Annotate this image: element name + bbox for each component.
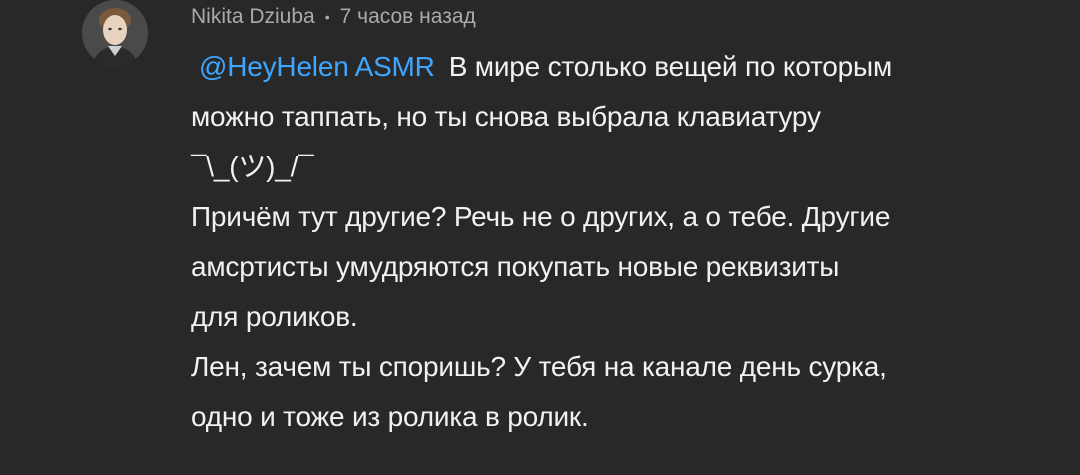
comment-line: Лен, зачем ты споришь? У тебя на канале … bbox=[191, 351, 887, 382]
comment-line-text: В мире столько вещей по которым bbox=[448, 51, 893, 82]
comment-line: @HeyHelen ASMR В мире столько вещей по ко… bbox=[191, 42, 1061, 92]
timestamp[interactable]: 7 часов назад bbox=[340, 5, 476, 29]
avatar[interactable] bbox=[82, 0, 148, 66]
comment-text: @HeyHelen ASMR В мире столько вещей по ко… bbox=[191, 42, 1061, 442]
comment-line: можно таппать, но ты снова выбрала клави… bbox=[191, 101, 821, 132]
author-name[interactable]: Nikita Dziuba bbox=[191, 5, 315, 29]
comment-line: амсртисты умудряются покупать новые рекв… bbox=[191, 251, 840, 282]
comment-line: ¯\_(ツ)_/¯ bbox=[191, 151, 314, 182]
comment-header: Nikita Dziuba • 7 часов назад bbox=[191, 2, 476, 32]
avatar-image bbox=[82, 0, 148, 66]
separator-dot: • bbox=[324, 9, 330, 25]
comment-line: Причём тут другие? Речь не о других, а о… bbox=[191, 201, 891, 232]
mention-link[interactable]: @HeyHelen ASMR bbox=[199, 51, 435, 82]
comment-thread-item: Nikita Dziuba • 7 часов назад @HeyHelen … bbox=[0, 0, 1080, 475]
comment-line: одно и тоже из ролика в ролик. bbox=[191, 401, 589, 432]
comment-line: для роликов. bbox=[191, 301, 358, 332]
